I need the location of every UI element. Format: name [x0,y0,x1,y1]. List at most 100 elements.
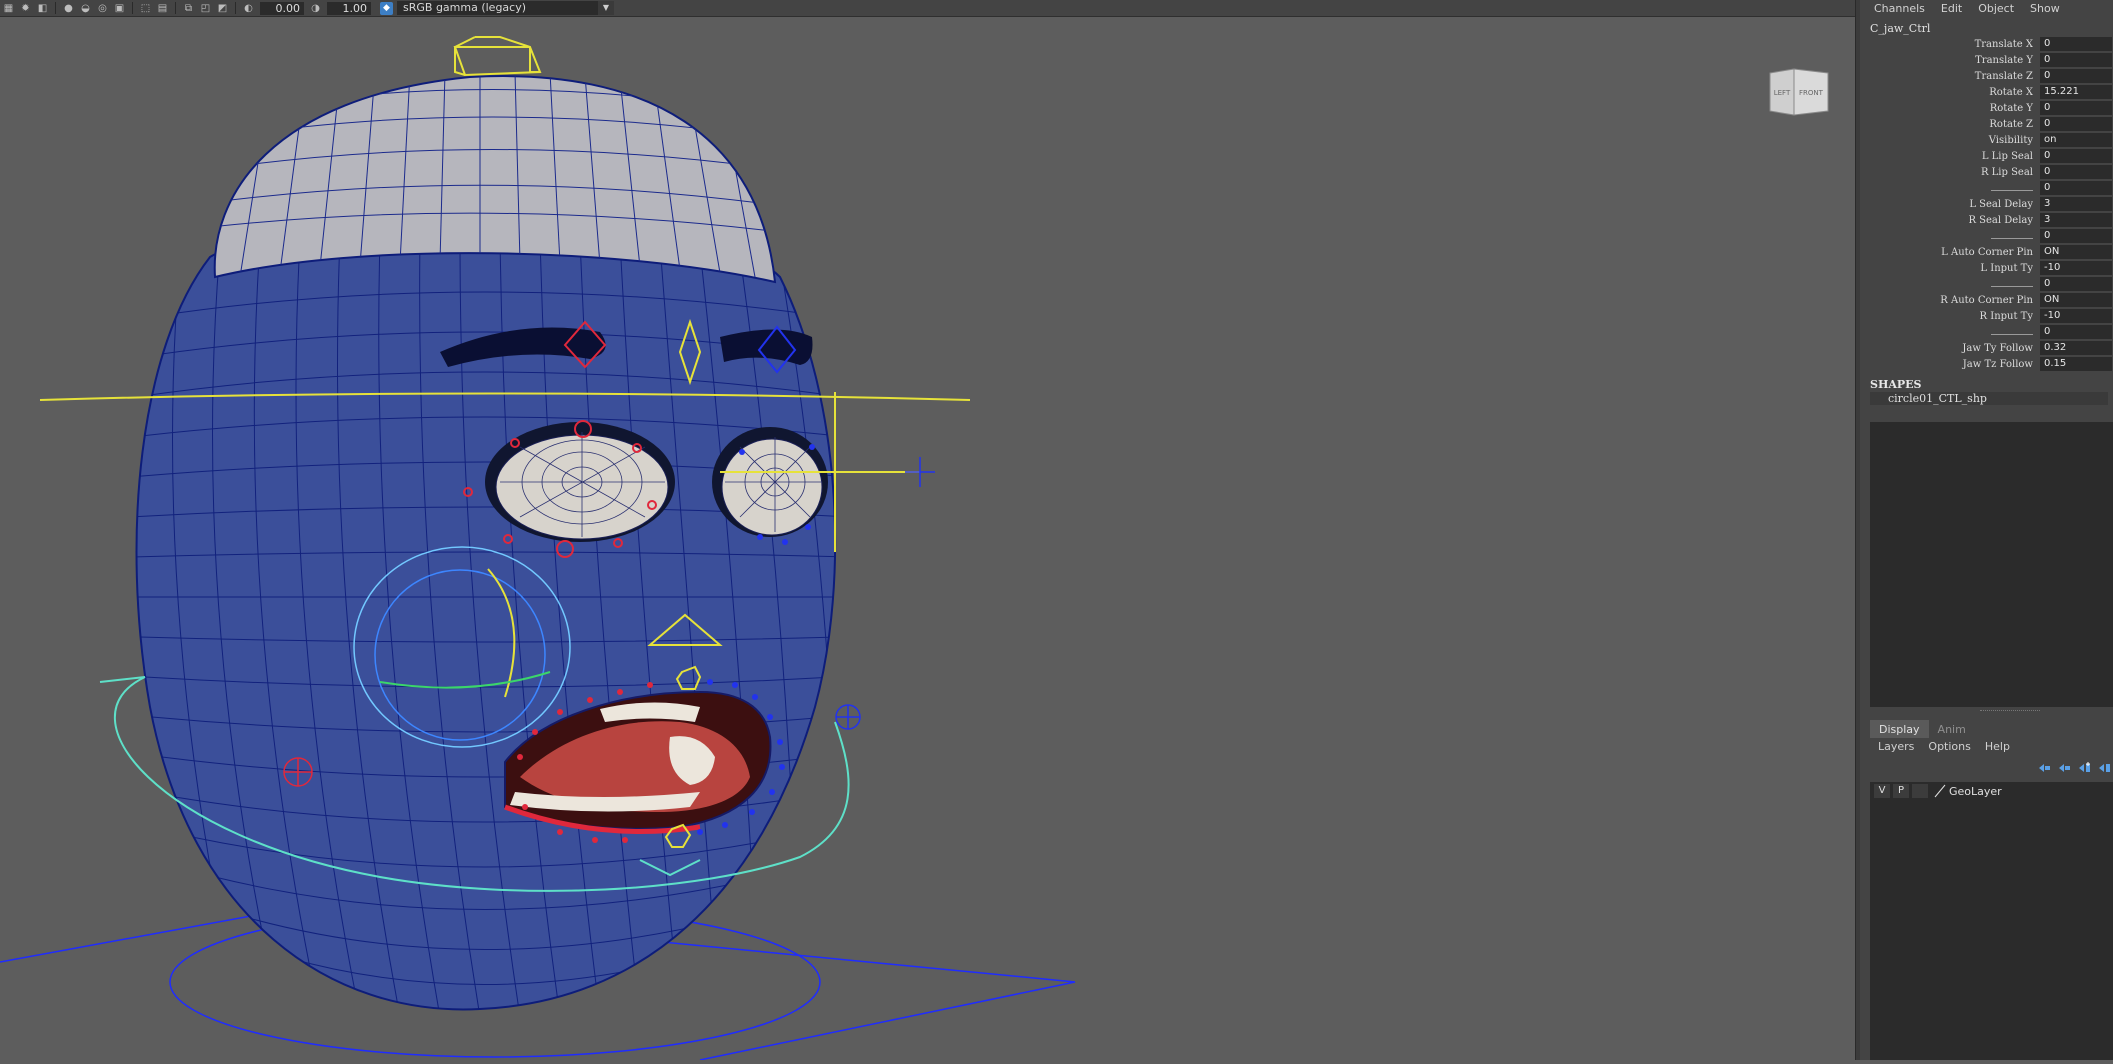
attribute-value-field[interactable]: 0 [2040,277,2112,291]
attribute-label[interactable]: Jaw Tz Follow [1860,359,2040,370]
attribute-label[interactable] [1860,326,2040,338]
menu-edit[interactable]: Edit [1941,2,1962,15]
menu-options[interactable]: Options [1928,740,1970,758]
attribute-value-field[interactable]: 0 [2040,229,2112,243]
layer-playback-toggle[interactable]: P [1893,784,1909,798]
move-layer-up-icon[interactable] [2037,762,2051,774]
attribute-row[interactable]: 0 [1860,180,2113,196]
menu-layers[interactable]: Layers [1878,740,1914,758]
attribute-row[interactable]: Jaw Ty Follow 0.32 [1860,340,2113,356]
head-top-control[interactable] [453,36,542,77]
attribute-label[interactable]: R Lip Seal [1860,167,2040,178]
attribute-row[interactable]: 0 [1860,276,2113,292]
attribute-label[interactable]: Translate X [1860,39,2040,50]
exposure-field[interactable]: 0.00 [260,1,304,15]
attribute-label[interactable]: L Seal Delay [1860,199,2040,210]
attribute-row[interactable]: L Lip Seal 0 [1860,148,2113,164]
attribute-value-field[interactable]: on [2040,133,2112,147]
layer-color-icon[interactable] [1933,784,1947,798]
attribute-value-field[interactable]: ON [2040,293,2112,307]
eye-target-control[interactable] [905,457,935,487]
grid-icon[interactable]: ▦ [2,2,15,15]
tab-display[interactable]: Display [1870,720,1929,738]
cheek-control[interactable] [283,757,313,787]
attribute-value-field[interactable]: -10 [2040,261,2112,275]
layer-row[interactable]: V P GeoLayer [1870,782,2113,800]
gamma-icon[interactable]: ◑ [309,2,322,15]
attribute-label[interactable]: L Auto Corner Pin [1860,247,2040,258]
attribute-row[interactable]: Translate Y0 [1860,52,2113,68]
attribute-value-field[interactable]: 0 [2040,149,2112,163]
attribute-label[interactable]: Rotate Y [1860,103,2040,114]
attribute-row[interactable]: Rotate Y0 [1860,100,2113,116]
attribute-row[interactable]: Rotate Z0 [1860,116,2113,132]
attribute-value-field[interactable]: 3 [2040,197,2112,211]
attribute-label[interactable]: Jaw Ty Follow [1860,343,2040,354]
gamma-field[interactable]: 1.00 [327,1,371,15]
attribute-label[interactable]: R Seal Delay [1860,215,2040,226]
attribute-value-field[interactable]: 0 [2040,181,2112,195]
attribute-row[interactable]: R Auto Corner Pin ON [1860,292,2113,308]
attribute-label[interactable] [1860,278,2040,290]
attribute-label[interactable]: R Input Ty [1860,311,2040,322]
attribute-label[interactable]: L Lip Seal [1860,151,2040,162]
shape-node-item[interactable]: circle01_CTL_shp [1870,392,2108,405]
attribute-label[interactable]: Translate Z [1860,71,2040,82]
new-layer-selected-icon[interactable] [2097,762,2111,774]
move-layer-down-icon[interactable] [2057,762,2071,774]
isolate-icon[interactable]: ▣ [113,2,126,15]
attribute-value-field[interactable]: 0 [2040,325,2112,339]
attribute-row[interactable]: L Auto Corner Pin ON [1860,244,2113,260]
color-management-icon[interactable]: ◆ [380,1,393,15]
resize-grip[interactable] [1980,710,2040,713]
resolution-gate-icon[interactable]: ◰ [199,2,212,15]
layer-visibility-toggle[interactable]: V [1874,784,1890,798]
safe-frame-icon[interactable]: ⧉ [182,2,195,15]
tab-anim[interactable]: Anim [1929,720,1975,738]
attribute-row[interactable]: Visibility on [1860,132,2113,148]
head-mesh[interactable] [130,209,850,1017]
attribute-label[interactable]: Visibility [1860,135,2040,146]
xray-icon[interactable]: ⬚ [139,2,152,15]
attribute-value-field[interactable]: 0 [2040,37,2112,51]
motion-blur-icon[interactable]: ◒ [79,2,92,15]
shadow-icon[interactable]: ◧ [36,2,49,15]
attribute-row[interactable]: Translate X0 [1860,36,2113,52]
color-space-dropdown[interactable]: sRGB gamma (legacy) ▼ [397,1,614,15]
attribute-label[interactable]: Translate Y [1860,55,2040,66]
attribute-row[interactable]: R Seal Delay 3 [1860,212,2113,228]
attribute-value-field[interactable]: 0.15 [2040,357,2112,371]
attribute-value-field[interactable]: 0.32 [2040,341,2112,355]
attribute-value-field[interactable]: 3 [2040,213,2112,227]
anti-alias-icon[interactable]: ◎ [96,2,109,15]
xray-joints-icon[interactable]: ▤ [156,2,169,15]
chevron-down-icon[interactable]: ▼ [598,1,614,15]
attribute-row[interactable]: 0 [1860,228,2113,244]
3d-viewport[interactable]: LEFT FRONT [0,17,1855,1061]
attribute-label[interactable] [1860,182,2040,194]
beanie-mesh[interactable] [210,72,780,284]
attribute-label[interactable]: Rotate Z [1860,119,2040,130]
attribute-row[interactable]: Jaw Tz Follow 0.15 [1860,356,2113,372]
attribute-label[interactable] [1860,230,2040,242]
attribute-row[interactable]: Translate Z0 [1860,68,2113,84]
light-icon[interactable]: ✹ [19,2,32,15]
attribute-value-field[interactable]: 0 [2040,165,2112,179]
attribute-row[interactable]: Rotate X 15.221 [1860,84,2113,100]
menu-show[interactable]: Show [2030,2,2060,15]
exposure-icon[interactable]: ◐ [242,2,255,15]
attribute-value-field[interactable]: 0 [2040,101,2112,115]
attribute-row[interactable]: L Seal Delay 3 [1860,196,2113,212]
right-eye[interactable] [712,427,828,537]
attribute-label[interactable]: L Input Ty [1860,263,2040,274]
attribute-value-field[interactable]: ON [2040,245,2112,259]
attribute-value-field[interactable]: 0 [2040,117,2112,131]
view-cube[interactable]: LEFT FRONT [1768,67,1830,119]
attribute-row[interactable]: R Lip Seal 0 [1860,164,2113,180]
attribute-row[interactable]: R Input Ty -10 [1860,308,2113,324]
menu-object[interactable]: Object [1978,2,2014,15]
attribute-label[interactable]: Rotate X [1860,87,2040,98]
new-layer-icon[interactable] [2077,762,2091,774]
gate-mask-icon[interactable]: ◩ [216,2,229,15]
menu-channels[interactable]: Channels [1874,2,1925,15]
